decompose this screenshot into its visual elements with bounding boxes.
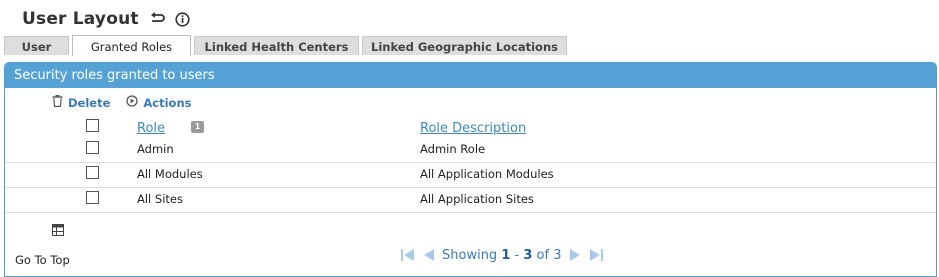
select-all-checkbox[interactable] [86, 119, 99, 132]
row-checkbox[interactable] [86, 166, 99, 179]
tab-granted-roles[interactable]: Granted Roles [72, 35, 191, 56]
row-checkbox[interactable] [86, 191, 99, 204]
previous-page-icon[interactable] [422, 247, 436, 263]
role-cell: All Sites [137, 192, 183, 206]
go-to-top-link[interactable]: Go To Top [15, 253, 70, 267]
trash-icon [52, 95, 63, 110]
pagination: Showing 1 - 3 of 3 [400, 247, 604, 263]
roles-panel: Security roles granted to users Delete A… [4, 62, 937, 277]
column-header-role[interactable]: Role [137, 121, 165, 136]
role-description-cell: All Application Modules [420, 167, 554, 181]
sort-order-badge: 1 [191, 121, 204, 133]
role-description-cell: Admin Role [420, 142, 486, 156]
table-row[interactable]: All Modules All Application Modules [5, 163, 936, 188]
undo-arrow-icon[interactable] [149, 12, 165, 26]
actions-label: Actions [143, 95, 192, 110]
column-chooser-icon[interactable] [52, 221, 64, 240]
tab-bar: User Granted Roles Linked Health Centers… [4, 35, 570, 56]
next-page-icon[interactable] [568, 247, 582, 263]
role-description-cell: All Application Sites [420, 192, 534, 206]
pager-status: Showing 1 - 3 of 3 [442, 247, 562, 263]
row-checkbox[interactable] [86, 141, 99, 154]
tab-linked-health-centers[interactable]: Linked Health Centers [194, 36, 359, 55]
panel-toolbar: Delete Actions [52, 95, 191, 110]
page-header: User Layout [22, 7, 190, 31]
table-header: Role 1 Role Description [5, 116, 936, 138]
tab-user[interactable]: User [4, 36, 69, 55]
panel-title: Security roles granted to users [5, 63, 936, 88]
role-cell: Admin [137, 142, 174, 156]
table-row[interactable]: Admin Admin Role [5, 138, 936, 163]
actions-button[interactable]: Actions [126, 95, 191, 110]
info-icon[interactable] [175, 11, 190, 27]
last-page-icon[interactable] [588, 247, 604, 263]
delete-button[interactable]: Delete [52, 95, 110, 110]
delete-label: Delete [68, 95, 111, 110]
page-title: User Layout [22, 9, 139, 29]
play-circle-icon [126, 95, 139, 110]
roles-table: Role 1 Role Description Admin Admin Role… [5, 116, 936, 213]
role-cell: All Modules [137, 167, 203, 181]
column-header-role-description[interactable]: Role Description [420, 121, 526, 136]
tab-linked-geographic-locations[interactable]: Linked Geographic Locations [362, 36, 567, 55]
first-page-icon[interactable] [400, 247, 416, 263]
table-row[interactable]: All Sites All Application Sites [5, 188, 936, 213]
